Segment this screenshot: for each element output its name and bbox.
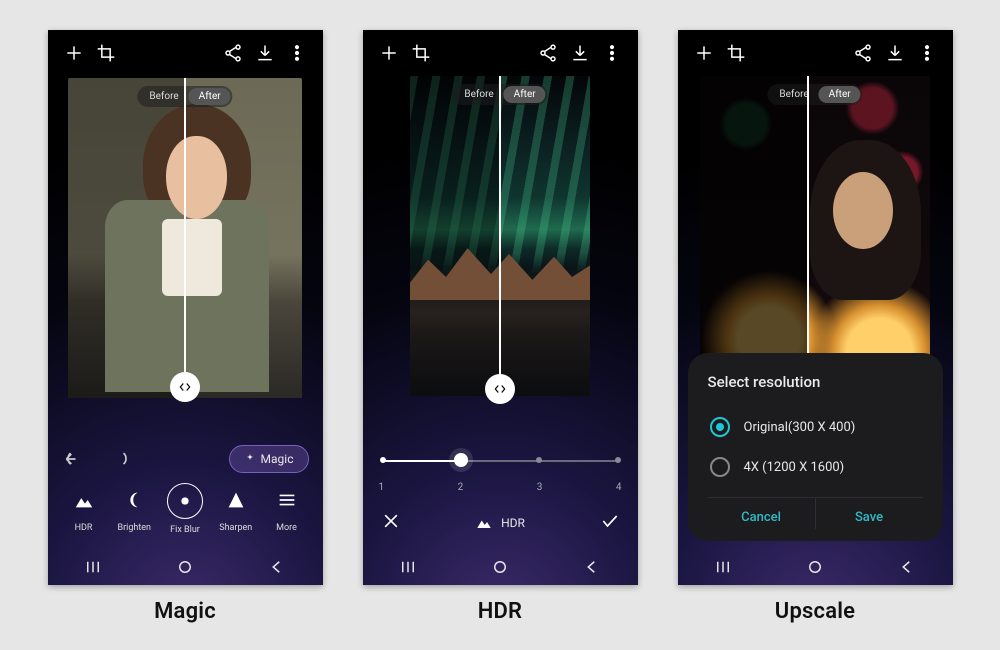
photo-preview[interactable]: Before After xyxy=(68,78,302,398)
phone-upscale: Before After Select resolution Original(… xyxy=(678,30,953,585)
add-icon[interactable] xyxy=(58,37,90,69)
before-tab[interactable]: Before xyxy=(769,86,818,103)
caption-magic: Magic xyxy=(154,599,216,624)
after-tab[interactable]: After xyxy=(504,86,546,103)
recents-icon[interactable] xyxy=(388,558,428,576)
hdr-label: HDR xyxy=(501,516,525,530)
recents-icon[interactable] xyxy=(73,558,113,576)
save-button[interactable]: Save xyxy=(816,498,923,529)
cancel-button[interactable]: Cancel xyxy=(708,498,816,529)
tool-hdr[interactable]: HDR xyxy=(60,483,108,535)
caption-upscale: Upscale xyxy=(775,599,855,624)
radio-selected-icon[interactable] xyxy=(710,417,730,437)
top-toolbar xyxy=(678,30,953,76)
option-4x[interactable]: 4X (1200 X 1600) xyxy=(708,447,923,487)
before-tab[interactable]: Before xyxy=(454,86,503,103)
home-icon[interactable] xyxy=(795,558,835,576)
option-original[interactable]: Original(300 X 400) xyxy=(708,407,923,447)
redo-icon[interactable] xyxy=(108,446,134,472)
after-tab[interactable]: After xyxy=(819,86,861,103)
photo-preview[interactable]: Before After xyxy=(700,76,930,396)
caption-hdr: HDR xyxy=(478,599,522,624)
more-vert-icon[interactable] xyxy=(281,37,313,69)
crop-icon[interactable] xyxy=(90,37,122,69)
tool-fix-blur[interactable]: Fix Blur xyxy=(161,483,209,535)
after-tab[interactable]: After xyxy=(189,88,231,105)
undo-icon[interactable] xyxy=(60,446,86,472)
compare-slider-handle[interactable] xyxy=(170,372,200,402)
mountain-icon xyxy=(67,483,101,517)
more-vert-icon[interactable] xyxy=(911,37,943,69)
magic-button[interactable]: Magic xyxy=(229,445,309,473)
phone-magic: Before After Magic xyxy=(48,30,323,585)
tool-brighten[interactable]: Brighten xyxy=(110,483,158,535)
back-icon[interactable] xyxy=(887,558,927,576)
share-icon[interactable] xyxy=(847,37,879,69)
intensity-slider[interactable] xyxy=(383,446,618,474)
android-nav xyxy=(363,549,638,585)
triangle-icon xyxy=(219,483,253,517)
confirm-check-icon[interactable] xyxy=(600,511,620,535)
add-icon[interactable] xyxy=(688,37,720,69)
back-icon[interactable] xyxy=(572,558,612,576)
before-tab[interactable]: Before xyxy=(139,88,188,105)
recents-icon[interactable] xyxy=(703,558,743,576)
compare-slider-line xyxy=(184,78,186,398)
magic-button-label: Magic xyxy=(261,452,294,466)
share-icon[interactable] xyxy=(532,37,564,69)
slider-labels: 1 2 3 4 xyxy=(375,482,626,493)
more-vert-icon[interactable] xyxy=(596,37,628,69)
tool-more[interactable]: More xyxy=(263,483,311,535)
back-icon[interactable] xyxy=(257,558,297,576)
sparkle-icon xyxy=(244,453,256,465)
slider-knob[interactable] xyxy=(454,453,468,467)
crop-icon[interactable] xyxy=(720,37,752,69)
compare-slider-line xyxy=(499,76,501,396)
android-nav xyxy=(48,549,323,585)
before-after-toggle[interactable]: Before After xyxy=(767,84,862,105)
mountain-icon xyxy=(475,513,493,534)
moon-icon xyxy=(117,483,151,517)
radio-unselected-icon[interactable] xyxy=(710,457,730,477)
tool-sharpen[interactable]: Sharpen xyxy=(212,483,260,535)
phone-hdr: Before After 1 2 3 xyxy=(363,30,638,585)
photo-preview[interactable]: Before After xyxy=(410,76,590,396)
tool-row: HDR Brighten Fix Blur Sharpen xyxy=(60,483,311,535)
top-toolbar xyxy=(48,30,323,76)
add-icon[interactable] xyxy=(373,37,405,69)
share-icon[interactable] xyxy=(217,37,249,69)
cancel-x-icon[interactable] xyxy=(381,511,401,535)
download-icon[interactable] xyxy=(879,37,911,69)
download-icon[interactable] xyxy=(564,37,596,69)
resolution-dialog: Select resolution Original(300 X 400) 4X… xyxy=(688,353,943,541)
crop-icon[interactable] xyxy=(405,37,437,69)
dialog-title: Select resolution xyxy=(708,373,923,391)
target-icon xyxy=(167,483,203,519)
home-icon[interactable] xyxy=(480,558,520,576)
compare-slider-handle[interactable] xyxy=(485,374,515,404)
download-icon[interactable] xyxy=(249,37,281,69)
menu-icon xyxy=(270,483,304,517)
top-toolbar xyxy=(363,30,638,76)
android-nav xyxy=(678,549,953,585)
home-icon[interactable] xyxy=(165,558,205,576)
compare-slider-line xyxy=(807,76,809,396)
